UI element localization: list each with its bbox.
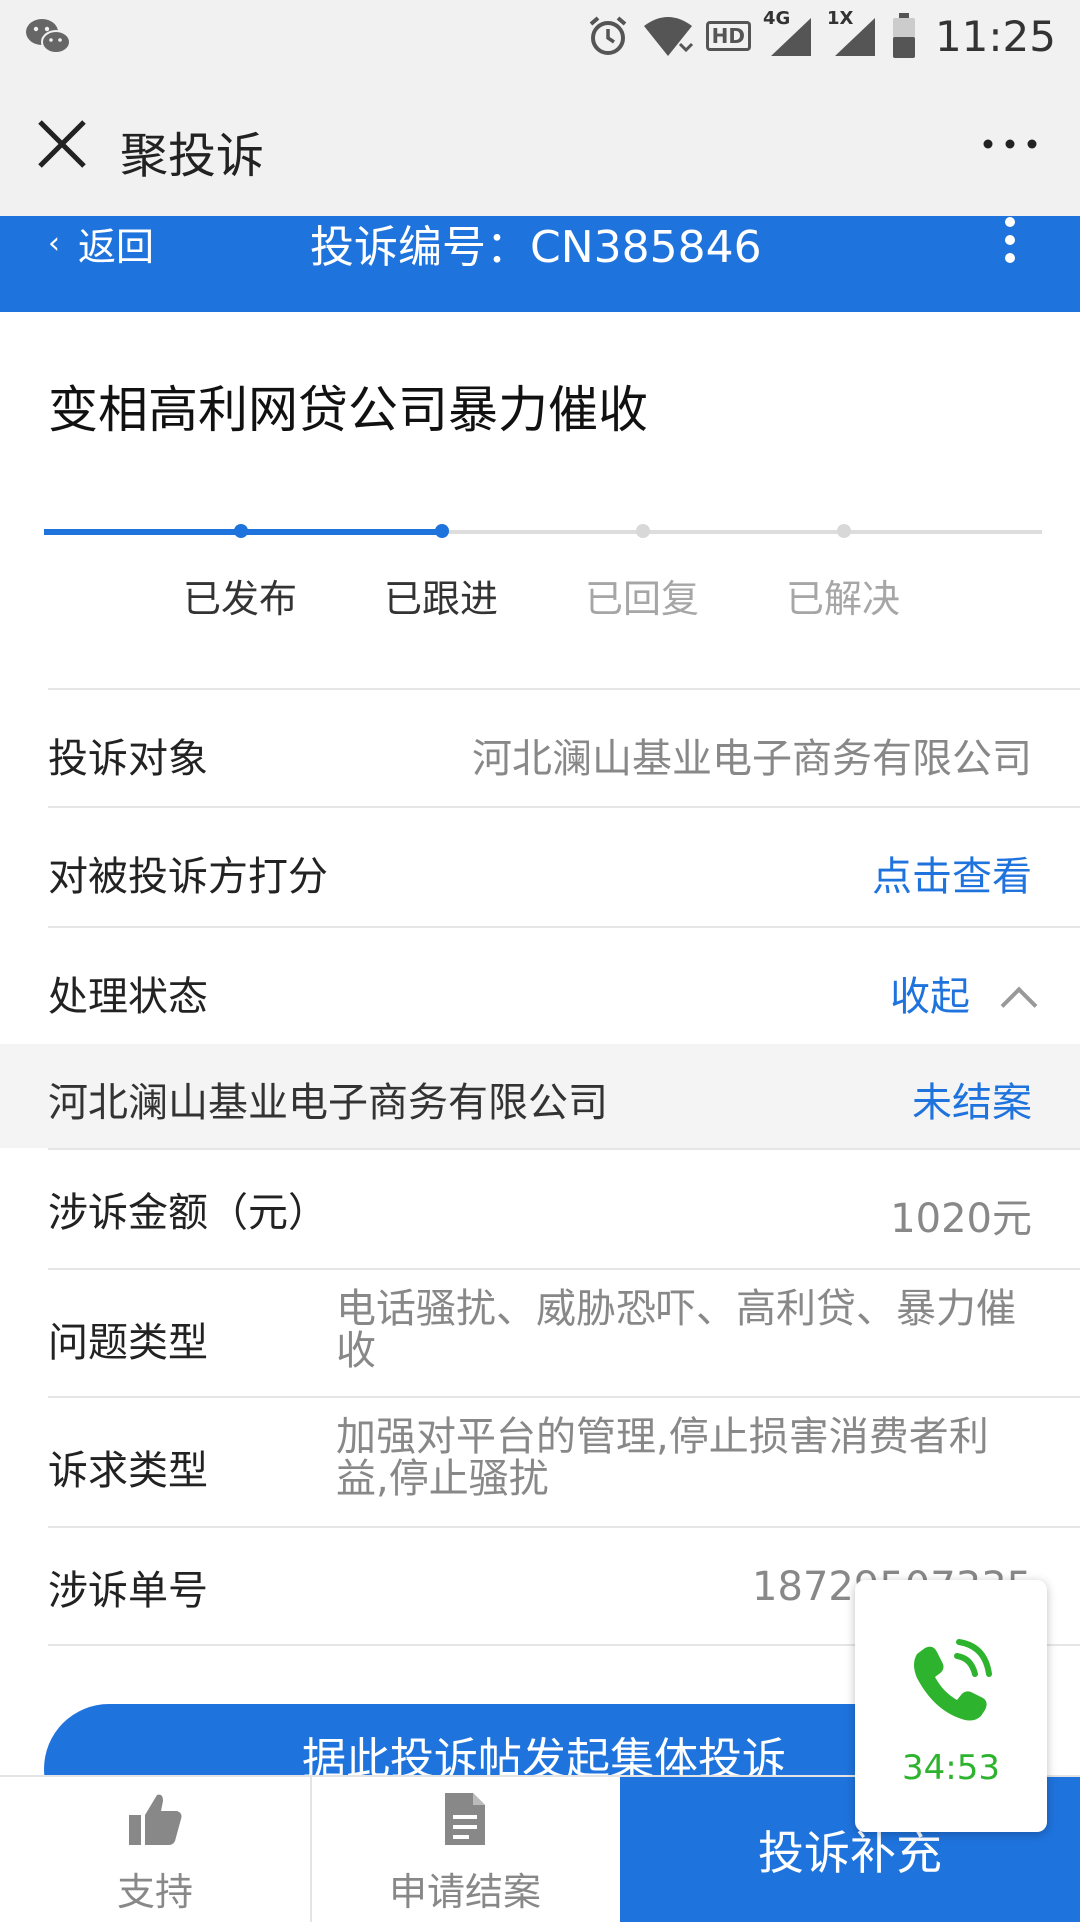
hd-badge: HD bbox=[705, 21, 751, 51]
step-followed: 已跟进 bbox=[383, 577, 498, 621]
back-button[interactable]: ‹ 返回 bbox=[48, 216, 154, 270]
target-label: 投诉对象 bbox=[48, 736, 208, 782]
issue-label: 问题类型 bbox=[48, 1320, 208, 1366]
collapse-toggle[interactable]: 收起 bbox=[890, 964, 1038, 1024]
step-replied: 已回复 bbox=[584, 577, 699, 621]
case-label: 涉诉单号 bbox=[48, 1568, 208, 1614]
chevron-up-icon bbox=[1000, 986, 1038, 1024]
progress-tracker bbox=[44, 524, 1042, 538]
signal-icon-2: 1X bbox=[827, 8, 879, 58]
back-label: 返回 bbox=[78, 224, 155, 269]
signal-icon: 4G bbox=[763, 8, 815, 58]
call-widget[interactable]: 34:53 bbox=[855, 1580, 1047, 1832]
alarm-icon bbox=[589, 16, 626, 55]
wechat-icon bbox=[26, 19, 71, 54]
amount-value: 1020元 bbox=[890, 1196, 1032, 1242]
close-icon[interactable] bbox=[36, 118, 88, 170]
issue-type-row: 问题类型 电话骚扰、威胁恐吓、高利贷、暴力催收 bbox=[48, 1268, 1080, 1396]
wifi-icon bbox=[643, 17, 693, 56]
progress-node-1 bbox=[234, 524, 248, 538]
demand-type-row: 诉求类型 加强对平台的管理,停止损害消费者利益,停止骚扰 bbox=[48, 1396, 1080, 1526]
battery-icon bbox=[892, 13, 915, 58]
apply-close-label: 申请结案 bbox=[388, 1870, 541, 1914]
rating-label: 对被投诉方打分 bbox=[48, 854, 328, 900]
progress-node-3 bbox=[636, 524, 650, 538]
call-timer: 34:53 bbox=[902, 1748, 1000, 1788]
more-icon[interactable] bbox=[980, 132, 1040, 156]
processing-status-row: 处理状态 收起 bbox=[48, 926, 1080, 1044]
view-rating-link[interactable]: 点击查看 bbox=[872, 844, 1032, 902]
progress-node-2 bbox=[435, 524, 449, 538]
page-nav-bar: ‹ 返回 投诉编号：CN385846 bbox=[0, 216, 1080, 312]
complaint-target-row: 投诉对象 河北澜山基业电子商务有限公司 bbox=[48, 688, 1080, 806]
company-name: 河北澜山基业电子商务有限公司 bbox=[48, 1080, 608, 1126]
status-bar: HD 4G 1X 11:25 bbox=[0, 0, 1080, 72]
progress-node-4 bbox=[837, 524, 851, 538]
vertical-more-icon[interactable] bbox=[1000, 216, 1020, 266]
step-resolved: 已解决 bbox=[785, 577, 900, 621]
chevron-left-icon: ‹ bbox=[48, 225, 60, 261]
status-label: 处理状态 bbox=[48, 974, 208, 1020]
company-status-row: 河北澜山基业电子商务有限公司 未结案 bbox=[0, 1044, 1080, 1148]
thumbs-up-icon bbox=[129, 1794, 182, 1845]
amount-label: 涉诉金额（元） bbox=[48, 1190, 328, 1236]
clock: 11:25 bbox=[934, 11, 1056, 61]
rating-row: 对被投诉方打分 点击查看 bbox=[48, 806, 1080, 926]
apply-close-button[interactable]: 申请结案 bbox=[310, 1777, 622, 1922]
demand-value: 加强对平台的管理,停止损害消费者利益,停止骚扰 bbox=[336, 1414, 989, 1502]
wechat-title: 聚投诉 bbox=[120, 128, 265, 184]
demand-label: 诉求类型 bbox=[48, 1448, 208, 1494]
wechat-header: 聚投诉 bbox=[0, 72, 1080, 217]
case-status: 未结案 bbox=[912, 1080, 1032, 1126]
collapse-label: 收起 bbox=[890, 974, 970, 1020]
complaint-title: 变相高利网贷公司暴力催收 bbox=[48, 381, 648, 439]
support-label: 支持 bbox=[116, 1870, 193, 1914]
document-icon bbox=[445, 1793, 485, 1845]
complaint-number: 投诉编号：CN385846 bbox=[310, 222, 762, 273]
target-value: 河北澜山基业电子商务有限公司 bbox=[472, 736, 1032, 782]
issue-value: 电话骚扰、威胁恐吓、高利贷、暴力催收 bbox=[336, 1286, 1016, 1374]
step-published: 已发布 bbox=[182, 577, 297, 621]
amount-row: 涉诉金额（元） 1020元 bbox=[48, 1148, 1080, 1268]
phone-call-icon bbox=[914, 1639, 992, 1721]
support-button[interactable]: 支持 bbox=[0, 1777, 312, 1922]
